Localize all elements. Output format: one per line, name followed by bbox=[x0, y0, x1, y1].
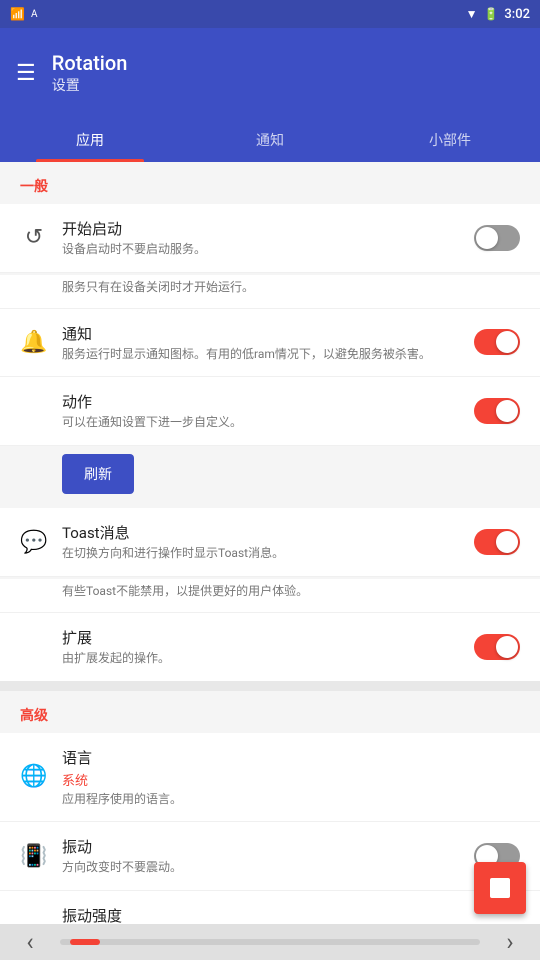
status-bar: 📶 A ▼ 🔋 3:02 bbox=[0, 0, 540, 28]
tab-notification[interactable]: 通知 bbox=[180, 118, 360, 162]
setting-item-language[interactable]: 🌐 语言 系统 应用程序使用的语言。 bbox=[0, 733, 540, 823]
setting-item-action: 动作 可以在通知设置下进一步自定义。 bbox=[0, 377, 540, 446]
toast-icon: 💬 bbox=[20, 530, 48, 555]
vibrate-strength-text: 振动强度 选择以毫秒为单位的振动持续时间。 bbox=[62, 905, 520, 924]
wifi-icon: ▼ bbox=[466, 7, 478, 21]
setting-item-vibrate: 📳 振动 方向改变时不要震动。 bbox=[0, 822, 540, 891]
vibrate-icon: 📳 bbox=[20, 844, 48, 869]
action-toggle[interactable] bbox=[474, 398, 520, 424]
general-section: 一般 ↺ 开始启动 设备启动时不要启动服务。 服务只有在设备关闭时才开始运行。 … bbox=[0, 162, 540, 681]
notification-toggle[interactable] bbox=[474, 329, 520, 355]
notification-bell-icon: 🔔 bbox=[20, 330, 48, 355]
notification-text: 通知 服务运行时显示通知图标。有用的低ram情况下，以避免服务被杀害。 bbox=[62, 323, 460, 363]
refresh-button[interactable]: 刷新 bbox=[62, 454, 134, 494]
language-text: 语言 系统 应用程序使用的语言。 bbox=[62, 747, 520, 808]
fab-button[interactable] bbox=[474, 862, 526, 914]
tab-widget[interactable]: 小部件 bbox=[360, 118, 540, 162]
back-arrow[interactable]: ‹ bbox=[14, 928, 46, 956]
advanced-section-header: 高级 bbox=[0, 691, 540, 733]
notification-icon: A bbox=[31, 9, 38, 20]
signal-icon: 📶 bbox=[10, 7, 25, 21]
bottom-nav: ‹ › bbox=[0, 924, 540, 960]
tab-bar: 应用 通知 小部件 bbox=[0, 118, 540, 162]
status-bar-right: ▼ 🔋 3:02 bbox=[466, 7, 530, 22]
tab-app[interactable]: 应用 bbox=[0, 118, 180, 162]
expand-text: 扩展 由扩展发起的操作。 bbox=[62, 627, 460, 667]
battery-icon: 🔋 bbox=[483, 7, 498, 21]
setting-item-vibrate-strength[interactable]: 振动强度 选择以毫秒为单位的振动持续时间。 bbox=[0, 891, 540, 924]
language-icon: 🌐 bbox=[20, 764, 48, 789]
app-bar-title-area: Rotation 设置 bbox=[52, 51, 128, 95]
scroll-thumb bbox=[70, 939, 100, 945]
forward-arrow[interactable]: › bbox=[494, 928, 526, 956]
setting-item-toast: 💬 Toast消息 在切换方向和进行操作时显示Toast消息。 bbox=[0, 508, 540, 577]
app-bar-subtitle: 设置 bbox=[52, 75, 128, 95]
toast-desc2: 有些Toast不能禁用，以提供更好的用户体验。 bbox=[0, 579, 540, 613]
app-bar: ☰ Rotation 设置 bbox=[0, 28, 540, 118]
scroll-indicator bbox=[60, 939, 480, 945]
hamburger-icon[interactable]: ☰ bbox=[16, 61, 36, 86]
toast-text: Toast消息 在切换方向和进行操作时显示Toast消息。 bbox=[62, 522, 460, 562]
vibrate-text: 振动 方向改变时不要震动。 bbox=[62, 836, 460, 876]
fab-icon bbox=[490, 878, 510, 898]
boot-toggle[interactable] bbox=[474, 225, 520, 251]
setting-item-expand: 扩展 由扩展发起的操作。 bbox=[0, 613, 540, 681]
advanced-section: 高级 🌐 语言 系统 应用程序使用的语言。 📳 振动 方向改变时不要震动。 振动… bbox=[0, 691, 540, 924]
boot-icon: ↺ bbox=[20, 225, 48, 250]
setting-item-notification: 🔔 通知 服务运行时显示通知图标。有用的低ram情况下，以避免服务被杀害。 bbox=[0, 309, 540, 378]
time-display: 3:02 bbox=[504, 7, 530, 22]
status-bar-left: 📶 A bbox=[10, 7, 37, 21]
boot-desc2: 服务只有在设备关闭时才开始运行。 bbox=[0, 275, 540, 309]
setting-item-boot: ↺ 开始启动 设备启动时不要启动服务。 bbox=[0, 204, 540, 273]
general-section-header: 一般 bbox=[0, 162, 540, 204]
app-bar-title: Rotation bbox=[52, 51, 128, 75]
toast-toggle[interactable] bbox=[474, 529, 520, 555]
boot-text: 开始启动 设备启动时不要启动服务。 bbox=[62, 218, 460, 258]
action-text: 动作 可以在通知设置下进一步自定义。 bbox=[62, 391, 460, 431]
expand-toggle[interactable] bbox=[474, 634, 520, 660]
content-area: 一般 ↺ 开始启动 设备启动时不要启动服务。 服务只有在设备关闭时才开始运行。 … bbox=[0, 162, 540, 924]
